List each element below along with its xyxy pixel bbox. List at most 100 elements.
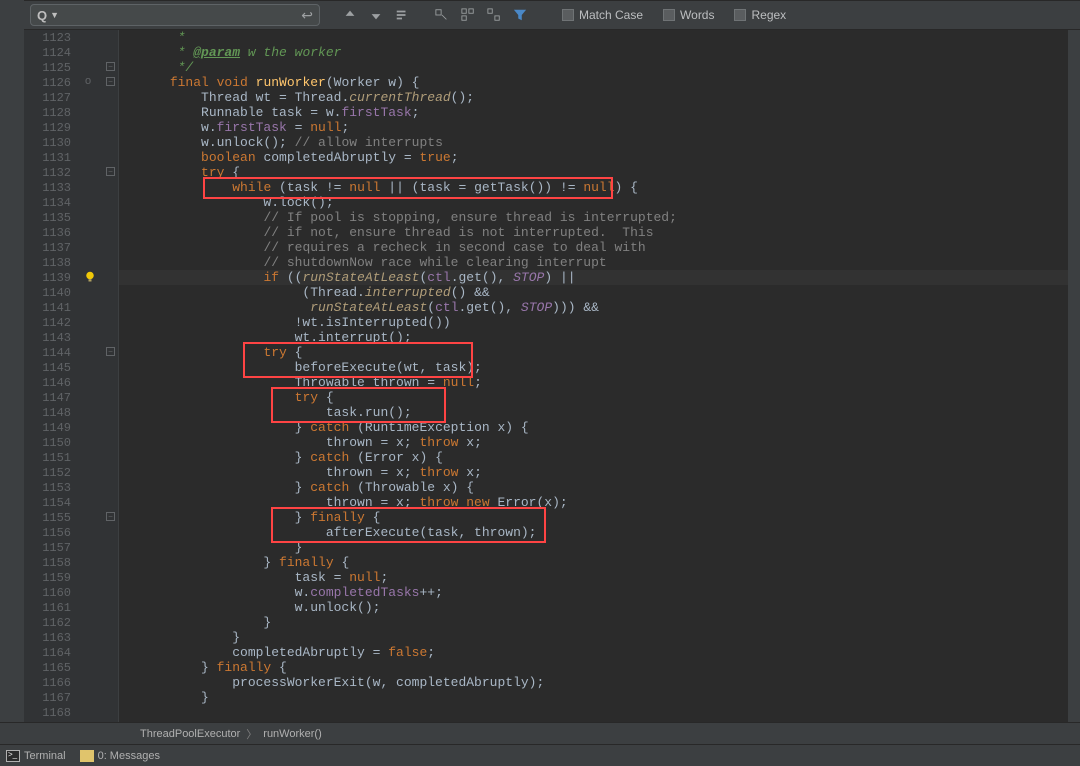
code-line[interactable]: try { [119,345,1068,360]
code-line[interactable]: processWorkerExit(w, completedAbruptly); [119,675,1068,690]
code-line[interactable]: } finally { [119,510,1068,525]
code-line[interactable]: task.run(); [119,405,1068,420]
code-line[interactable]: thrown = x; throw new Error(x); [119,495,1068,510]
line-number[interactable]: 1134 [24,196,79,211]
code-line[interactable]: w.unlock(); // allow interrupts [119,135,1068,150]
line-number[interactable]: 1123 [24,31,79,46]
line-number[interactable]: 1156 [24,526,79,541]
return-icon[interactable]: ↩ [301,7,313,24]
line-number[interactable]: 1163 [24,631,79,646]
arrow-down-icon[interactable] [366,5,386,25]
breadcrumb-method[interactable]: runWorker() [263,728,321,740]
line-number[interactable]: 1159 [24,571,79,586]
code-line[interactable]: } catch (Error x) { [119,450,1068,465]
code-line[interactable]: (Thread.interrupted() && [119,285,1068,300]
line-number[interactable]: 1160 [24,586,79,601]
line-number[interactable]: 1166 [24,676,79,691]
line-number[interactable]: 1131 [24,151,79,166]
code-line[interactable]: w.firstTask = null; [119,120,1068,135]
code-line[interactable]: final void runWorker(Worker w) { [119,75,1068,90]
line-number[interactable]: 1142 [24,316,79,331]
line-number[interactable]: 1147 [24,391,79,406]
line-number[interactable]: 1157 [24,541,79,556]
search-input[interactable]: Q ▼ ↩ [30,4,320,26]
code-line[interactable]: } finally { [119,660,1068,675]
line-number[interactable]: 1164 [24,646,79,661]
code-editor[interactable]: * * @param w the worker */ final void ru… [119,30,1068,722]
line-number[interactable]: 1152 [24,466,79,481]
code-line[interactable]: w.unlock(); [119,600,1068,615]
code-line[interactable]: wt.interrupt(); [119,330,1068,345]
intention-bulb-icon[interactable] [84,271,96,283]
line-number[interactable]: 1126 [24,76,79,91]
code-line[interactable]: thrown = x; throw x; [119,465,1068,480]
line-number[interactable]: 1139 [24,271,79,286]
line-number[interactable]: 1146 [24,376,79,391]
code-line[interactable]: // shutdownNow race while clearing inter… [119,255,1068,270]
line-number[interactable]: 1153 [24,481,79,496]
find-all-icon[interactable] [392,5,412,25]
line-number[interactable]: 1125 [24,61,79,76]
code-line[interactable]: if ((runStateAtLeast(ctl.get(), STOP) || [119,270,1068,285]
line-number[interactable]: 1129 [24,121,79,136]
code-line[interactable]: runStateAtLeast(ctl.get(), STOP))) && [119,300,1068,315]
line-number-gutter[interactable]: 1123112411251126112711281129113011311132… [24,30,79,722]
line-number[interactable]: 1167 [24,691,79,706]
line-number[interactable]: 1148 [24,406,79,421]
line-number[interactable]: 1135 [24,211,79,226]
fold-toggle-icon[interactable]: − [106,167,115,176]
line-number[interactable]: 1154 [24,496,79,511]
line-number[interactable]: 1140 [24,286,79,301]
code-line[interactable]: beforeExecute(wt, task); [119,360,1068,375]
line-number[interactable]: 1161 [24,601,79,616]
line-number[interactable]: 1149 [24,421,79,436]
code-line[interactable]: } [119,540,1068,555]
select-occurrence-icon[interactable] [432,5,452,25]
line-number[interactable]: 1133 [24,181,79,196]
code-line[interactable]: } [119,690,1068,705]
code-line[interactable]: * @param w the worker [119,45,1068,60]
line-number[interactable]: 1168 [24,706,79,721]
code-line[interactable]: // if not, ensure thread is not interrup… [119,225,1068,240]
words-checkbox[interactable]: Words [663,8,714,22]
code-line[interactable]: w.lock(); [119,195,1068,210]
line-number[interactable]: 1144 [24,346,79,361]
scrollbar-map[interactable] [1068,30,1080,722]
line-number[interactable]: 1137 [24,241,79,256]
code-line[interactable]: // If pool is stopping, ensure thread is… [119,210,1068,225]
code-line[interactable]: } [119,630,1068,645]
fold-toggle-icon[interactable]: − [106,77,115,86]
unselect-icon[interactable] [484,5,504,25]
code-line[interactable]: try { [119,390,1068,405]
code-line[interactable]: // requires a recheck in second case to … [119,240,1068,255]
match-case-checkbox[interactable]: Match Case [562,8,643,22]
line-number[interactable]: 1151 [24,451,79,466]
line-number[interactable]: 1141 [24,301,79,316]
terminal-tool-window[interactable]: >_ Terminal [6,750,66,762]
search-dropdown-icon[interactable]: ▼ [50,10,59,20]
line-number[interactable]: 1138 [24,256,79,271]
line-number[interactable]: 1150 [24,436,79,451]
code-line[interactable]: while (task != null || (task = getTask()… [119,180,1068,195]
code-line[interactable]: Throwable thrown = null; [119,375,1068,390]
line-number[interactable]: 1136 [24,226,79,241]
code-line[interactable]: thrown = x; throw x; [119,435,1068,450]
fold-toggle-icon[interactable]: − [106,62,115,71]
code-line[interactable]: } catch (Throwable x) { [119,480,1068,495]
code-line[interactable]: boolean completedAbruptly = true; [119,150,1068,165]
code-line[interactable]: */ [119,60,1068,75]
line-number[interactable]: 1145 [24,361,79,376]
arrow-up-icon[interactable] [340,5,360,25]
line-number[interactable]: 1165 [24,661,79,676]
messages-tool-window[interactable]: 0: Messages [80,750,160,762]
code-line[interactable]: } finally { [119,555,1068,570]
override-marker-icon[interactable]: o [85,75,91,87]
line-number[interactable]: 1130 [24,136,79,151]
regex-checkbox[interactable]: Regex [734,8,786,22]
select-all-icon[interactable] [458,5,478,25]
gutter-icon-column[interactable]: o [79,30,103,722]
line-number[interactable]: 1158 [24,556,79,571]
breadcrumb-class[interactable]: ThreadPoolExecutor [140,728,240,740]
line-number[interactable]: 1124 [24,46,79,61]
line-number[interactable]: 1127 [24,91,79,106]
